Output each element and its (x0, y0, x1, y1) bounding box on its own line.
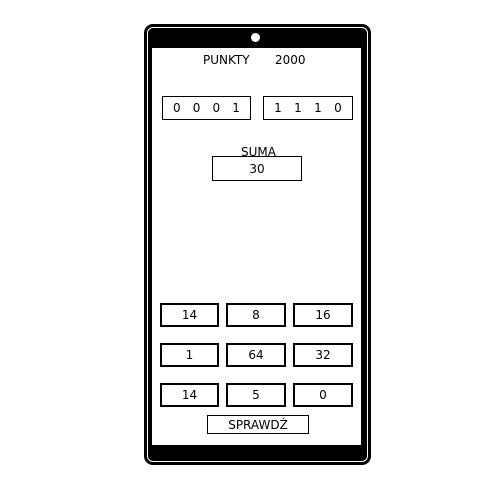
points-value: 2000 (275, 53, 306, 67)
number-button[interactable]: 14 (160, 383, 219, 407)
number-button[interactable]: 16 (293, 303, 353, 327)
binary-digit: 1 (232, 101, 240, 115)
binary-digit: 0 (212, 101, 221, 115)
camera-icon (251, 33, 260, 42)
binary-right-display: 1 1 1 0 (263, 96, 353, 120)
number-button[interactable]: 14 (160, 303, 219, 327)
binary-digit: 0 (173, 101, 181, 115)
binary-left-display: 0 0 0 1 (162, 96, 251, 120)
number-button[interactable]: 32 (293, 343, 353, 367)
binary-digit: 1 (294, 101, 302, 115)
binary-digit: 0 (192, 101, 201, 115)
binary-digit: 1 (274, 101, 282, 115)
binary-digit: 0 (334, 101, 342, 115)
number-button[interactable]: 5 (226, 383, 286, 407)
check-button[interactable]: SPRAWDŹ (207, 415, 309, 434)
points-label: PUNKTY (203, 53, 250, 67)
sum-field: 30 (212, 156, 302, 181)
number-button[interactable]: 0 (293, 383, 353, 407)
phone-frame: PUNKTY 2000 0 0 0 1 1 1 1 0 SUMA 30 14 8… (144, 24, 371, 465)
screen: PUNKTY 2000 0 0 0 1 1 1 1 0 SUMA 30 14 8… (152, 48, 362, 445)
number-button[interactable]: 64 (226, 343, 286, 367)
binary-digit: 1 (314, 101, 322, 115)
number-button[interactable]: 1 (160, 343, 219, 367)
number-button[interactable]: 8 (226, 303, 286, 327)
